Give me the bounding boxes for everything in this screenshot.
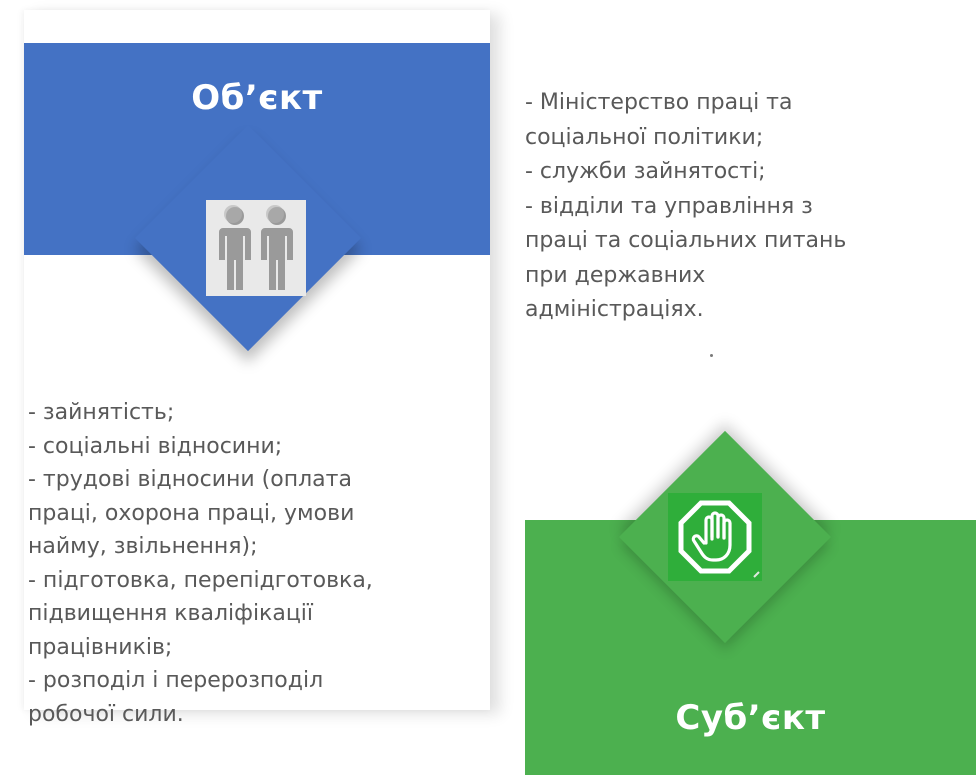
list-item: найму, звільнення); bbox=[28, 534, 258, 559]
list-item: - служби зайнятості; bbox=[525, 159, 766, 184]
object-title: Об’єкт bbox=[191, 78, 323, 118]
list-item: адміністраціях. bbox=[525, 297, 704, 322]
list-item: праці, охорона праці, умови bbox=[28, 500, 355, 526]
list-item: робочої сили. bbox=[28, 701, 184, 727]
subject-title: Суб’єкт bbox=[675, 698, 826, 738]
stop-hand-icon bbox=[668, 493, 762, 581]
list-item: - соціальні відносини; bbox=[28, 433, 283, 459]
list-item: підвищення кваліфікації bbox=[28, 601, 314, 626]
diagram-canvas: Об’єкт - зайнятість; - соціальні відноси… bbox=[0, 0, 976, 775]
list-item: праці та соціальних питань bbox=[525, 228, 847, 253]
list-item: - зайнятість; bbox=[28, 400, 175, 425]
list-item: - відділи та управління з bbox=[525, 193, 813, 219]
decorative-dot bbox=[710, 354, 713, 357]
list-item: - підготовка, перепідготовка, bbox=[28, 567, 373, 593]
list-item: - трудові відносини (оплата bbox=[28, 467, 352, 492]
subject-list: - Міністерство праці та соціальної політ… bbox=[525, 86, 945, 328]
object-list: - зайнятість; - соціальні відносини; - т… bbox=[28, 396, 448, 731]
people-icon bbox=[206, 200, 306, 296]
list-item: працівників; bbox=[28, 634, 173, 660]
list-item: соціальної політики; bbox=[525, 124, 764, 150]
list-item: при державних bbox=[525, 262, 706, 288]
list-item: - розподіл і перерозподіл bbox=[28, 668, 324, 693]
list-item: - Міністерство праці та bbox=[525, 90, 793, 115]
